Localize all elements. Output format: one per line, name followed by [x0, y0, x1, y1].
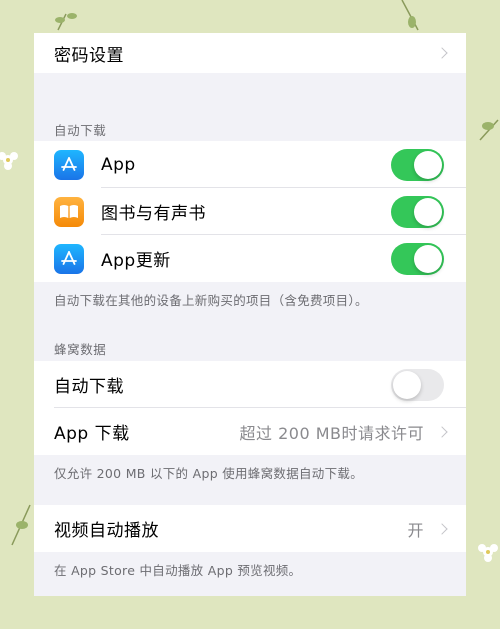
- auto-download-updates-toggle[interactable]: [391, 242, 444, 275]
- books-icon: [54, 196, 84, 227]
- auto-download-app-label: App: [101, 154, 136, 175]
- toggle-knob: [393, 370, 421, 399]
- auto-download-updates-label: App更新: [101, 251, 171, 271]
- toggle-knob: [414, 150, 442, 179]
- toggle-knob: [414, 197, 442, 226]
- video-autoplay-group: 视频自动播放 开: [34, 505, 466, 552]
- passcode-settings-label: 密码设置: [54, 45, 124, 66]
- auto-downloads-group: App 图书与有声书 App更新: [34, 141, 466, 282]
- auto-download-books-toggle[interactable]: [391, 195, 444, 228]
- toggle-knob: [414, 244, 442, 273]
- cellular-data-footer: 仅允许 200 MB 以下的 App 使用蜂窝数据自动下载。: [54, 466, 364, 481]
- app-store-icon: [54, 149, 84, 180]
- video-autoplay-value: 开: [407, 520, 424, 540]
- auto-download-books-row: 图书与有声书: [34, 188, 466, 235]
- video-autoplay-row[interactable]: 视频自动播放 开: [34, 505, 466, 552]
- video-autoplay-footer: 在 App Store 中自动播放 App 预览视频。: [54, 563, 302, 578]
- cellular-data-group: 自动下载 App 下载 超过 200 MB时请求许可: [34, 361, 466, 455]
- app-downloads-row[interactable]: App 下载 超过 200 MB时请求许可: [34, 408, 466, 455]
- video-autoplay-label: 视频自动播放: [54, 521, 159, 541]
- auto-downloads-header: 自动下载: [54, 123, 107, 138]
- app-downloads-label: App 下载: [54, 424, 130, 444]
- cellular-auto-download-row: 自动下载: [34, 361, 466, 408]
- passcode-settings-row[interactable]: 密码设置: [34, 33, 466, 73]
- cellular-data-header: 蜂窝数据: [54, 342, 107, 357]
- auto-downloads-footer: 自动下载在其他的设备上新购买的项目（含免费项目）。: [54, 293, 368, 308]
- cellular-auto-download-label: 自动下载: [54, 377, 124, 397]
- auto-download-updates-row: App更新: [34, 235, 466, 282]
- cellular-auto-download-toggle[interactable]: [391, 368, 444, 401]
- chevron-right-icon: [436, 522, 448, 535]
- auto-download-app-toggle[interactable]: [391, 148, 444, 181]
- auto-download-books-label: 图书与有声书: [101, 204, 206, 224]
- settings-panel: 密码设置 自动下载 App 图书与有声书 App更新 自动下载在其他的设备上新购…: [34, 33, 466, 596]
- app-store-icon: [54, 243, 84, 274]
- auto-download-app-row: App: [34, 141, 466, 188]
- chevron-right-icon: [436, 425, 448, 438]
- app-downloads-value: 超过 200 MB时请求许可: [239, 423, 424, 443]
- chevron-right-icon: [436, 47, 448, 59]
